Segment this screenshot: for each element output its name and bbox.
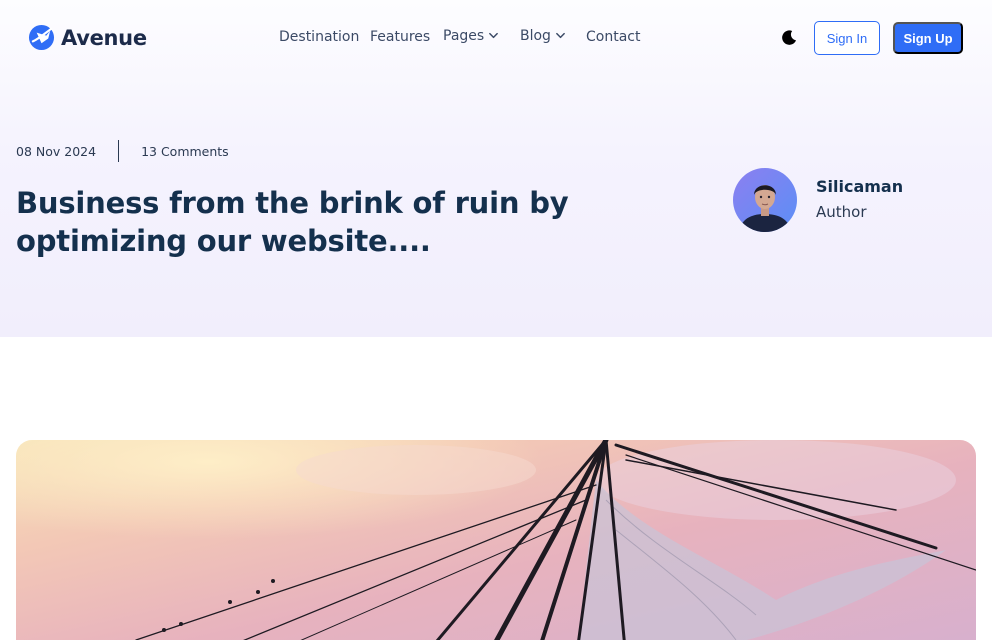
brand-name: Avenue bbox=[61, 25, 147, 50]
nav-item-features[interactable]: Features bbox=[370, 29, 443, 45]
nav-item-pages[interactable]: Pages bbox=[443, 28, 520, 44]
author-avatar-image bbox=[733, 168, 797, 232]
sign-in-button[interactable]: Sign In bbox=[814, 21, 880, 55]
nav-item-label: Destination bbox=[279, 29, 360, 45]
nav-item-label: Blog bbox=[520, 27, 551, 44]
post-meta: 08 Nov 2024 13 Comments bbox=[16, 140, 229, 162]
post-date: 08 Nov 2024 bbox=[16, 143, 97, 159]
meta-divider bbox=[118, 140, 120, 162]
chevron-down-icon bbox=[556, 32, 565, 39]
nav-item-label: Pages bbox=[443, 27, 485, 44]
post-comments-count[interactable]: 13 Comments bbox=[141, 144, 229, 159]
featured-image bbox=[16, 440, 976, 640]
nav-item-label: Contact bbox=[586, 29, 641, 45]
main-nav: Destination Features Pages Blog Contact bbox=[279, 28, 640, 46]
author-name[interactable]: Silicaman bbox=[816, 177, 903, 196]
nav-item-contact[interactable]: Contact bbox=[586, 29, 640, 45]
sign-up-button[interactable]: Sign Up bbox=[893, 22, 963, 54]
brand-logo[interactable]: Avenue bbox=[28, 24, 147, 51]
nav-item-label: Features bbox=[370, 29, 431, 45]
author-avatar[interactable] bbox=[733, 168, 797, 232]
post-title: Business from the brink of ruin by optim… bbox=[16, 186, 569, 258]
author-role: Author bbox=[816, 203, 867, 221]
chevron-down-icon bbox=[489, 32, 499, 39]
nav-item-destination[interactable]: Destination bbox=[279, 29, 370, 45]
fishing-net-photo bbox=[16, 440, 976, 640]
site-header: Avenue Destination Features Pages Blog C… bbox=[0, 0, 992, 76]
airplane-circle-icon bbox=[28, 24, 55, 51]
moon-icon[interactable] bbox=[780, 29, 798, 47]
nav-item-blog[interactable]: Blog bbox=[520, 28, 586, 44]
